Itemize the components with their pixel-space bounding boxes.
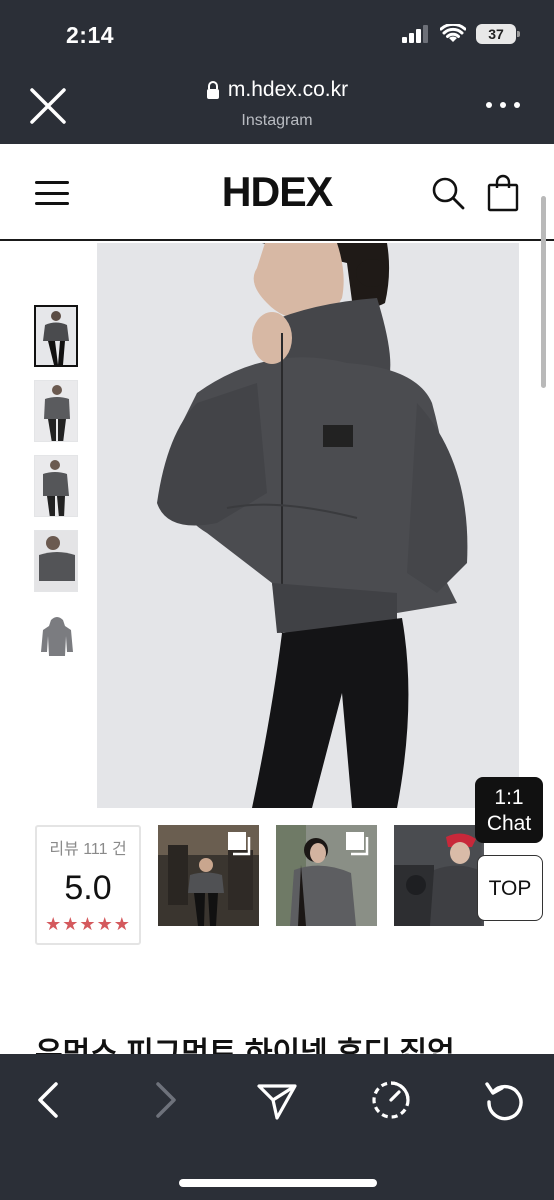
review-photo-3[interactable] (394, 825, 484, 926)
more-icon[interactable] (486, 102, 520, 108)
refresh-icon[interactable] (483, 1078, 527, 1122)
thumbnail-1[interactable] (34, 305, 78, 367)
timer-icon[interactable] (369, 1078, 413, 1122)
review-count: 리뷰 111 건 (49, 841, 127, 858)
back-icon[interactable] (28, 1078, 72, 1122)
thumbnail-4[interactable] (34, 530, 78, 592)
status-time: 2:14 (66, 22, 115, 48)
product-main-image[interactable] (97, 243, 519, 808)
bag-icon[interactable] (486, 174, 520, 212)
search-icon[interactable] (430, 175, 466, 211)
address-bar[interactable]: m.hdex.co.kr Instagram (0, 78, 554, 130)
forward-icon[interactable] (142, 1078, 186, 1122)
thumbnail-list (34, 305, 80, 680)
site-logo[interactable]: HDEX (6, 168, 549, 216)
scroll-top-button[interactable]: TOP (477, 855, 543, 921)
review-photo-1[interactable] (158, 825, 259, 926)
thumbnail-3[interactable] (34, 455, 78, 517)
site-header: HDEX (0, 144, 554, 241)
browser-top-bar: 2:14 37 m.hdex.co.kr Instagram (0, 0, 554, 144)
url-source: Instagram (241, 112, 313, 129)
multi-photo-icon (346, 832, 369, 856)
chat-line-1: 1:1 (494, 786, 524, 809)
scrollbar[interactable] (541, 196, 546, 388)
url-text: m.hdex.co.kr (227, 78, 349, 101)
chat-button[interactable]: 1:1 Chat (475, 777, 543, 843)
status-icons: 37 (402, 24, 520, 44)
review-summary[interactable]: 리뷰 111 건 5.0 ★★★★★ (35, 825, 141, 945)
lock-icon (206, 81, 219, 99)
battery-indicator: 37 (476, 24, 520, 44)
thumbnail-2[interactable] (34, 380, 78, 442)
thumbnail-5[interactable] (34, 605, 78, 667)
product-title: 우먼스 피그먼트 하이넥 후디 집업 (35, 1037, 455, 1054)
share-icon[interactable] (255, 1078, 299, 1122)
home-indicator[interactable] (179, 1179, 377, 1187)
review-stars: ★★★★★ (45, 914, 131, 934)
multi-photo-icon (228, 832, 251, 856)
wifi-icon (440, 24, 466, 42)
chat-line-2: Chat (486, 812, 532, 835)
review-photo-2[interactable] (276, 825, 377, 926)
signal-icon (402, 25, 428, 43)
review-score: 5.0 (64, 869, 112, 907)
